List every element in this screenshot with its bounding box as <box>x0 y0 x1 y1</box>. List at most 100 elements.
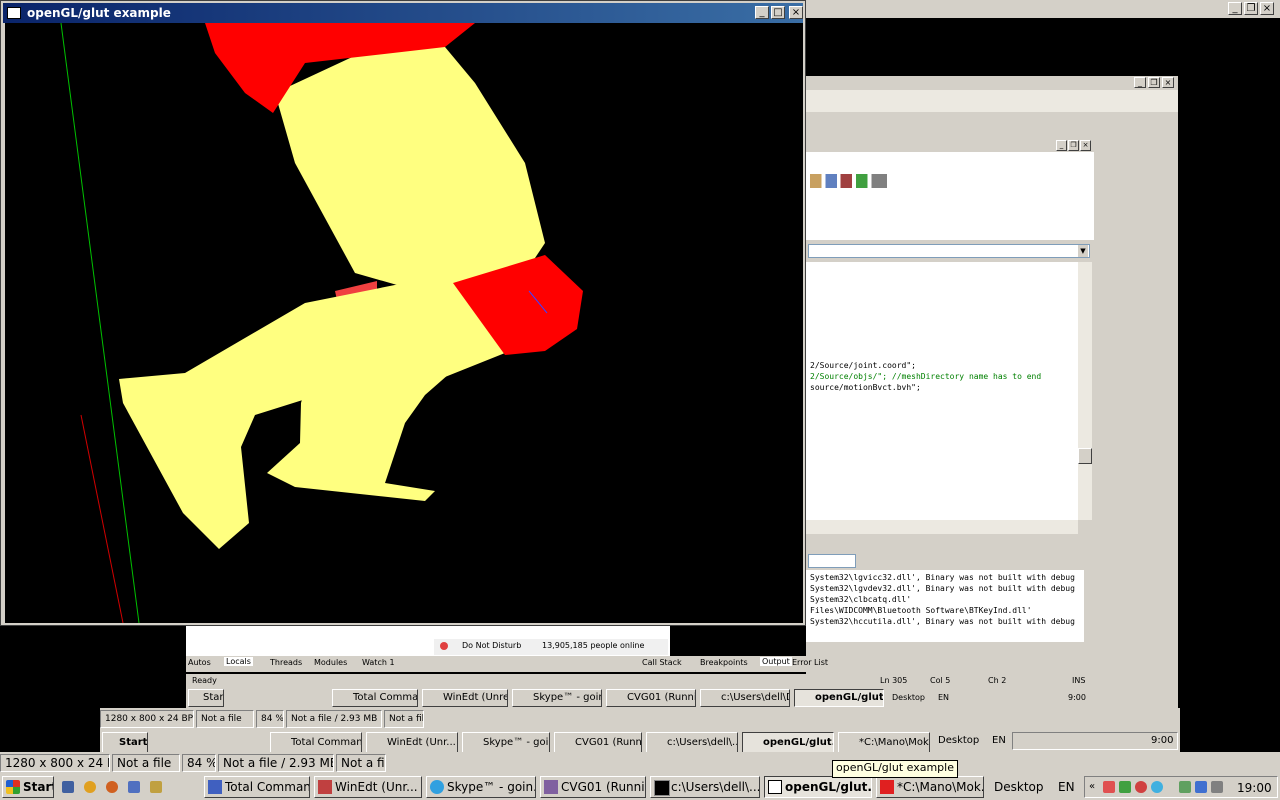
tray-icon-5[interactable] <box>1179 781 1191 793</box>
nested2-task-cmd[interactable]: c:\Users\dell\Docu... <box>700 689 790 707</box>
task-total-commander[interactable]: Total Comman... <box>204 776 310 798</box>
status-zoom: 84 % <box>182 754 216 772</box>
nested1-clock: 9:00 <box>1151 735 1174 746</box>
nested2-start-button[interactable]: Start <box>188 689 224 707</box>
tray-icon-6[interactable] <box>1195 781 1207 793</box>
maximize-button[interactable]: □ <box>771 6 785 19</box>
show-desktop-icon[interactable] <box>62 781 74 793</box>
opengl-titlebar[interactable]: openGL/glut example _ □ × <box>3 3 803 23</box>
tab-autos[interactable]: Autos <box>188 658 211 667</box>
volume-icon[interactable] <box>1211 781 1223 793</box>
tray-icon-4[interactable] <box>1151 781 1163 793</box>
nested-taskbar-2: Start Total Comman... WinEdt (Unreg... S… <box>186 688 1094 708</box>
nested1-task-cvg01[interactable]: CVG01 (Runni... <box>554 732 642 754</box>
ie-icon[interactable] <box>84 781 96 793</box>
skype-status-label[interactable]: Do Not Disturb <box>462 641 521 650</box>
minimize-button[interactable]: _ <box>755 6 769 19</box>
start-button[interactable]: Start <box>2 776 54 798</box>
opengl-window[interactable]: openGL/glut example _ □ × <box>0 0 806 626</box>
task-mano[interactable]: *C:\Mano\Mok... <box>876 776 984 798</box>
tab-call-stack[interactable]: Call Stack <box>642 658 682 667</box>
tool-icon[interactable] <box>150 781 162 793</box>
quick-launch <box>62 778 190 796</box>
restore-button[interactable]: ❐ <box>1244 2 1258 15</box>
skype-window-fragment: Do Not Disturb 13,905,185 people online <box>186 624 670 657</box>
total-commander-icon <box>208 780 222 794</box>
tray-icon-2[interactable] <box>1119 781 1131 793</box>
nested2-task-cvg01[interactable]: CVG01 (Running)... <box>606 689 696 707</box>
taskbar-tooltip: openGL/glut example <box>832 760 958 778</box>
output-toolbar <box>806 552 1094 570</box>
tab-breakpoints[interactable]: Breakpoints <box>700 658 748 667</box>
tab-watch[interactable]: Watch 1 <box>362 658 395 667</box>
status-resolution: 1280 x 800 x 24 BPP <box>0 754 110 772</box>
nested-close-button[interactable]: × <box>1162 77 1174 88</box>
member-dropdown[interactable]: ▼ <box>808 244 1090 258</box>
nested1-task-winedt[interactable]: WinEdt (Unr... <box>366 732 458 754</box>
matlab-icon <box>880 780 894 794</box>
nested1-task-cmd[interactable]: c:\Users\dell\... <box>646 732 738 754</box>
nested1-task-total-commander[interactable]: Total Comman... <box>270 732 362 754</box>
desktop-toolbar-label[interactable]: Desktop <box>994 780 1044 794</box>
editor-min-button[interactable]: _ <box>1056 140 1067 151</box>
minimize-button[interactable]: _ <box>1228 2 1242 15</box>
task-cmd[interactable]: c:\Users\dell\... <box>650 776 760 798</box>
tray-expand-icon[interactable]: « <box>1089 781 1101 793</box>
scrollbar-thumb[interactable] <box>1078 448 1092 464</box>
nested2-clock: 9:00 <box>1068 693 1086 702</box>
task-winedt[interactable]: WinEdt (Unr... <box>314 776 422 798</box>
task-cvg01[interactable]: CVG01 (Runni... <box>540 776 646 798</box>
nested-ide-titlebar: _ ❐ × <box>806 76 1178 90</box>
nested2-task-skype[interactable]: Skype™ - going_n... <box>512 689 602 707</box>
close-button[interactable]: × <box>1260 2 1274 15</box>
code-line-1: 2/Source/joint.coord"; <box>810 361 916 370</box>
tab-modules[interactable]: Modules <box>314 658 347 667</box>
editor-toolbar-icons[interactable] <box>810 174 906 188</box>
code-line-2: 2/Source/objs/"; //meshDirectory name ha… <box>810 372 1042 381</box>
opengl-canvas[interactable] <box>5 23 803 623</box>
nested1-task-mano[interactable]: *C:\Mano\Mok... <box>838 732 930 754</box>
skype-icon <box>430 780 444 794</box>
nested1-lang[interactable]: EN <box>992 735 1006 746</box>
editor-vertical-scrollbar[interactable] <box>1078 262 1092 520</box>
editor-close-button[interactable]: × <box>1080 140 1091 151</box>
image-viewer-status-bar: 1280 x 800 x 24 BPP Not a file 84 % Not … <box>0 752 1280 774</box>
glut-app-icon <box>7 7 21 19</box>
nested1-task-skype[interactable]: Skype™ - goin... <box>462 732 550 754</box>
task-opengl[interactable]: openGL/glut... <box>764 776 872 798</box>
nested1-start-button[interactable]: Start <box>102 732 148 754</box>
language-indicator[interactable]: EN <box>1058 780 1075 794</box>
system-tray: « 19:00 <box>1084 776 1278 798</box>
tray-icon-3[interactable] <box>1135 781 1147 793</box>
output-line: System32\lgvicc32.dll', Binary was not b… <box>810 573 1075 582</box>
tray-icon-1[interactable] <box>1103 781 1115 793</box>
task-skype[interactable]: Skype™ - goin... <box>426 776 536 798</box>
settings-icon[interactable] <box>128 781 140 793</box>
tab-locals[interactable]: Locals <box>224 657 253 666</box>
output-source-dropdown[interactable] <box>808 554 856 568</box>
output-line: System32\lgvdev32.dll', Binary was not b… <box>810 584 1075 593</box>
status-file2: Not a file <box>336 754 386 772</box>
tab-threads[interactable]: Threads <box>270 658 302 667</box>
output-line: System32\hccutila.dll', Binary was not b… <box>810 617 1075 626</box>
winedt-icon <box>318 780 332 794</box>
nested2-task-winedt[interactable]: WinEdt (Unreg... <box>422 689 508 707</box>
tab-output[interactable]: Output <box>760 657 792 666</box>
nested2-desktop-label[interactable]: Desktop <box>892 693 925 702</box>
cmd-icon <box>654 780 670 796</box>
rendered-legs-scene <box>60 23 583 623</box>
tab-error-list[interactable]: Error List <box>792 658 828 667</box>
nested1-desktop-label[interactable]: Desktop <box>938 735 979 746</box>
red-axis-line <box>80 414 124 623</box>
nested-restore-button[interactable]: ❐ <box>1148 77 1160 88</box>
nested1-task-opengl[interactable]: openGL/glut... <box>742 732 834 754</box>
firefox-icon[interactable] <box>106 781 118 793</box>
editor-horizontal-scrollbar[interactable] <box>806 520 1078 534</box>
nested2-task-opengl[interactable]: openGL/glut ex... <box>794 689 884 707</box>
nested2-lang[interactable]: EN <box>938 693 949 702</box>
ide-ins-mode: INS <box>1072 676 1086 685</box>
editor-restore-button[interactable]: ❐ <box>1068 140 1079 151</box>
close-button[interactable]: × <box>789 6 803 19</box>
nested-minimize-button[interactable]: _ <box>1134 77 1146 88</box>
nested2-task-total-commander[interactable]: Total Comman... <box>332 689 418 707</box>
